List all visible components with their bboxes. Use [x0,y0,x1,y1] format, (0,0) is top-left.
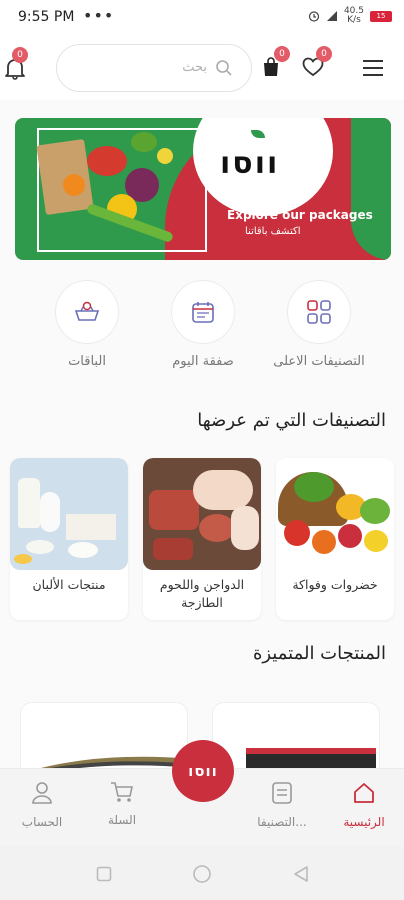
category-card-dairy[interactable]: منتجات الألبان [10,458,128,620]
cart-icon [111,782,133,802]
featured-products-title: المنتجات المتميزة [252,643,386,664]
category-name-produce: خضروات وفواكة [292,577,378,592]
packages-circle [55,280,119,344]
viewed-categories-title: التصنيفات التي تم عرضها [197,410,386,431]
banner-title: Explore our packages [227,208,373,222]
category-card-meat[interactable]: الدواجن واللحوم الطازجة [143,458,261,620]
orange-image [63,174,85,196]
lemon-image [157,148,173,164]
quick-packages[interactable]: الباقات [32,280,142,372]
home-icon [354,783,374,803]
list-icon [272,782,292,804]
nav-label-home: الرئيسية [343,815,385,829]
fab-logo-text: ווסו [188,762,218,780]
signal-icon [326,11,337,21]
category-card-produce[interactable]: خضروات وفواكة [276,458,394,620]
center-logo-button[interactable]: ווסו [172,740,234,802]
banner-subtitle: اكتشف باقاتنا [245,226,301,237]
calendar-icon [192,302,214,323]
produce-image [276,458,394,570]
nav-account[interactable]: الحساب [2,781,82,829]
banner-logo: ווסו [220,146,280,181]
app-screen: 9:55 PM ••• 40.5K/s 15 0 0 0 [0,0,404,900]
network-speed: 40.5 K/s [343,6,364,25]
search-bar[interactable] [56,44,252,92]
quick-top-categories[interactable]: التصنيفات الاعلى [264,280,374,372]
cart-header-button[interactable]: 0 [256,46,290,82]
nav-home[interactable]: الرئيسية [324,781,404,829]
category-name-meat: الدواجن واللحوم الطازجة [159,577,245,610]
search-input[interactable] [87,59,207,74]
alarm-icon [308,11,320,22]
deal-circle [171,280,235,344]
quick-label-top: التصنيفات الاعلى [273,354,365,369]
grid-icon [307,300,331,324]
battery-icon: 15 [370,10,392,22]
notifications-button[interactable]: 0 [0,47,30,83]
top-categories-circle [287,280,351,344]
hamburger-icon [363,60,383,76]
nav-cart[interactable]: السلة [82,781,162,827]
quick-label-packages: الباقات [68,354,106,369]
nav-label-account: الحساب [21,815,63,829]
wishlist-button[interactable]: 0 [298,46,332,82]
status-right: 40.5 K/s 15 [308,7,392,25]
notifications-badge: 0 [12,47,28,63]
app-header: 0 0 0 [0,36,404,100]
back-icon[interactable] [292,865,310,883]
search-icon [216,60,232,76]
system-navigation-bar [0,846,404,900]
meat-image [143,458,261,570]
status-bar: 9:55 PM ••• 40.5 K/s 15 [0,0,404,36]
basket-icon [74,301,100,321]
status-dots: ••• [83,6,115,25]
broccoli-image [131,132,157,152]
nav-categories[interactable]: التصنيفا... [242,781,322,829]
menu-button[interactable] [358,53,388,83]
dairy-image [10,458,128,570]
recents-icon[interactable] [96,866,112,882]
user-icon [32,782,52,804]
category-name-dairy: منتجات الألبان [32,577,106,592]
promo-banner[interactable]: ווסו Explore our packages اكتشف باقاتنا [15,118,391,260]
wishlist-badge: 0 [316,46,332,62]
banner-green-corner [351,118,391,260]
tomatoes-image [87,146,127,176]
quick-deal-of-day[interactable]: صفقة اليوم [148,280,258,372]
nav-label-cart: السلة [107,813,137,827]
nav-label-categories: التصنيفا... [257,815,307,829]
cart-badge: 0 [274,46,290,62]
quick-label-deal: صفقة اليوم [172,354,234,369]
home-system-icon[interactable] [192,864,212,884]
status-time: 9:55 PM [18,9,75,25]
